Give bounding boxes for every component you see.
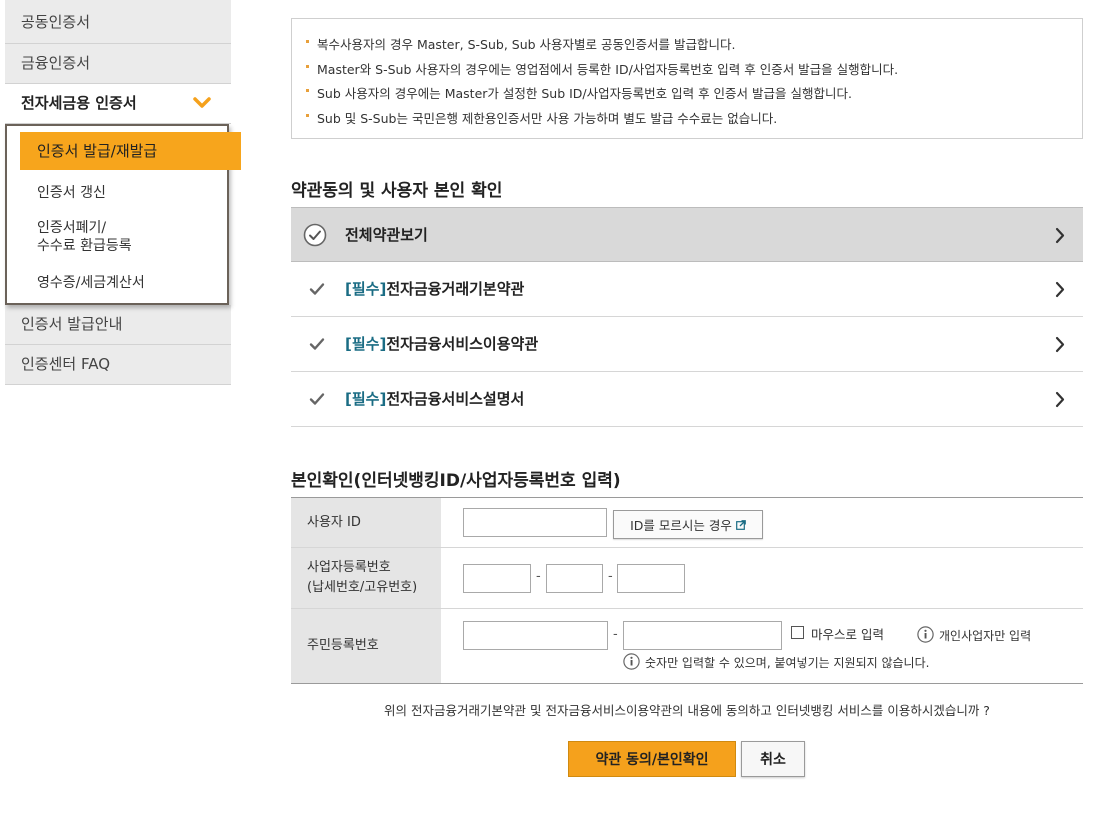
terms-view-all-label: 전체약관보기 [345, 226, 428, 244]
check-icon [309, 393, 325, 405]
notice-box: 복수사용자의 경우 Master, S-Sub, Sub 사용자별로 공동인증서… [291, 18, 1083, 139]
bullet-icon [306, 113, 309, 117]
terms-list: 전체약관보기 [필수]전자금융거래기본약관 [필수]전자금융서비스이용약관 [필… [291, 207, 1083, 427]
dash-separator: - [608, 569, 613, 584]
term-label: [필수]전자금융서비스이용약관 [345, 335, 539, 353]
mouse-input-label: 마우스로 입력 [811, 627, 884, 642]
form-row-rrn: 주민등록번호 - 마우스로 입력 개인사업자만 입력 숫자만 입력할 수 있으며… [291, 609, 1083, 683]
sidebar-item-issue-guide[interactable]: 인증서 발급안내 [5, 305, 231, 345]
required-tag: [필수] [345, 390, 387, 408]
term-row[interactable]: [필수]전자금융서비스설명서 [291, 372, 1083, 427]
terms-view-all-row[interactable]: 전체약관보기 [291, 207, 1083, 262]
chevron-right-icon [1055, 336, 1065, 353]
bullet-icon [306, 40, 309, 43]
biz-number-label: 사업자등록번호 (납세번호/고유번호) [291, 548, 441, 608]
check-icon [309, 338, 325, 350]
check-circle-icon [303, 223, 327, 247]
sidebar-item-faq[interactable]: 인증센터 FAQ [5, 345, 231, 385]
individual-only-note: 개인사업자만 입력 [939, 629, 1032, 643]
terms-section-title: 약관동의 및 사용자 본인 확인 [291, 181, 503, 201]
user-id-input[interactable] [463, 508, 607, 537]
sidebar-item-etax-cert[interactable]: 전자세금용 인증서 [5, 84, 231, 124]
digits-only-note: 숫자만 입력할 수 있으며, 붙여넣기는 지원되지 않습니다. [645, 656, 930, 670]
identity-form: 사용자 ID ID를 모르시는 경우 사업자등록번호 (납세번호/고유번호) -… [291, 497, 1083, 684]
dash-separator: - [613, 627, 618, 642]
forgot-id-button[interactable]: ID를 모르시는 경우 [613, 510, 763, 539]
notice-line: Sub 사용자의 경우에는 Master가 설정한 Sub ID/사업자등록번호… [306, 82, 1082, 107]
biz-number-part1-input[interactable] [463, 564, 531, 593]
sidebar-item-label: 전자세금용 인증서 [21, 94, 137, 112]
form-row-user-id: 사용자 ID ID를 모르시는 경우 [291, 498, 1083, 548]
user-id-label: 사용자 ID [291, 498, 441, 547]
bullet-icon [306, 89, 309, 92]
term-row[interactable]: [필수]전자금융서비스이용약관 [291, 317, 1083, 372]
submenu-item-issue[interactable]: 인증서 발급/재발급 [20, 132, 241, 170]
submenu-item-renew[interactable]: 인증서 갱신 [7, 181, 227, 205]
submenu-item-revoke[interactable]: 인증서폐기/ 수수료 환급등록 [7, 219, 227, 255]
external-link-icon [735, 519, 746, 530]
sidebar-submenu: 인증서 발급/재발급 인증서 갱신 인증서폐기/ 수수료 환급등록 영수증/세금… [5, 124, 241, 305]
required-tag: [필수] [345, 335, 387, 353]
biz-number-part3-input[interactable] [617, 564, 685, 593]
notice-line: Master와 S-Sub 사용자의 경우에는 영업점에서 등록한 ID/사업자… [306, 58, 1082, 83]
chevron-right-icon [1055, 281, 1065, 298]
chevron-down-icon [193, 97, 211, 108]
required-tag: [필수] [345, 280, 387, 298]
rrn-label: 주민등록번호 [291, 609, 441, 683]
sidebar-item-public-cert[interactable]: 공동인증서 [5, 0, 231, 44]
notice-line: 복수사용자의 경우 Master, S-Sub, Sub 사용자별로 공동인증서… [306, 33, 1082, 58]
mouse-input-checkbox[interactable] [791, 626, 804, 639]
info-icon [623, 653, 640, 670]
sidebar-item-financial-cert[interactable]: 금융인증서 [5, 44, 231, 84]
agree-confirm-button[interactable]: 약관 동의/본인확인 [568, 741, 736, 777]
info-icon [917, 626, 934, 643]
rrn-part1-input[interactable] [463, 621, 608, 650]
notice-line: Sub 및 S-Sub는 국민은행 제한용인증서만 사용 가능하며 별도 발급 … [306, 107, 1082, 132]
cancel-button[interactable]: 취소 [741, 741, 805, 777]
check-icon [309, 283, 325, 295]
dash-separator: - [536, 569, 541, 584]
term-label: [필수]전자금융거래기본약관 [345, 280, 525, 298]
bullet-icon [306, 64, 309, 68]
identity-section-title: 본인확인(인터넷뱅킹ID/사업자등록번호 입력) [291, 471, 621, 491]
sidebar: 공동인증서 금융인증서 전자세금용 인증서 인증서 발급/재발급 인증서 갱신 … [5, 0, 241, 385]
consent-question: 위의 전자금융거래기본약관 및 전자금융서비스이용약관의 내용에 동의하고 인터… [384, 703, 990, 718]
term-row[interactable]: [필수]전자금융거래기본약관 [291, 262, 1083, 317]
submenu-item-receipt[interactable]: 영수증/세금계산서 [7, 271, 227, 295]
submenu-item-revoke-line2: 수수료 환급등록 [37, 238, 132, 254]
chevron-right-icon [1055, 391, 1065, 408]
term-label: [필수]전자금융서비스설명서 [345, 390, 525, 408]
chevron-right-icon [1055, 227, 1065, 244]
biz-number-part2-input[interactable] [546, 564, 603, 593]
form-row-biz-number: 사업자등록번호 (납세번호/고유번호) - - [291, 548, 1083, 609]
submenu-item-revoke-line1: 인증서폐기/ [37, 220, 107, 236]
rrn-part2-input[interactable] [623, 621, 782, 650]
